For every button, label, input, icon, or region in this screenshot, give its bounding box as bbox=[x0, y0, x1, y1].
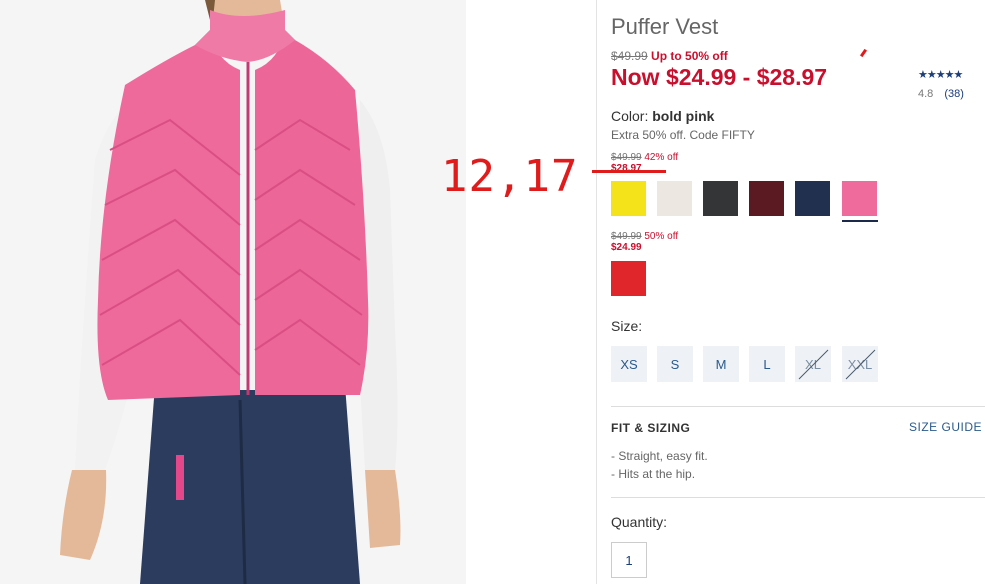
swatch-navy[interactable] bbox=[795, 181, 830, 216]
swatch-charcoal[interactable] bbox=[703, 181, 738, 216]
product-photo-illustration bbox=[0, 0, 466, 584]
size-label: Size: bbox=[611, 318, 643, 334]
color-group-2-price: $49.99 50% off $24.99 bbox=[611, 231, 678, 253]
rating-summary[interactable]: 4.8 (38) bbox=[918, 88, 964, 100]
group-1-was-price: $49.99 bbox=[611, 152, 642, 163]
section-divider bbox=[611, 497, 985, 498]
swatch-burgundy[interactable] bbox=[749, 181, 784, 216]
swatch-bold-pink[interactable] bbox=[842, 181, 877, 216]
size-button-xs[interactable]: XS bbox=[611, 346, 647, 382]
panel-divider bbox=[596, 0, 597, 584]
promo-text: Extra 50% off. Code FIFTY bbox=[611, 128, 755, 142]
section-divider bbox=[611, 406, 985, 407]
selected-color: bold pink bbox=[652, 108, 715, 124]
swatch-yellow[interactable] bbox=[611, 181, 646, 216]
annotation-text: 12,17 bbox=[441, 151, 579, 202]
fit-bullet: - Hits at the hip. bbox=[611, 467, 696, 481]
size-guide-link[interactable]: SIZE GUIDE bbox=[909, 420, 982, 434]
size-button-s[interactable]: S bbox=[657, 346, 693, 382]
product-image bbox=[0, 0, 466, 584]
annotation-line bbox=[592, 170, 666, 173]
discount-text: Up to 50% off bbox=[651, 49, 728, 63]
quantity-label: Quantity: bbox=[611, 514, 668, 530]
rating-value: 4.8 bbox=[918, 88, 934, 100]
selected-swatch-indicator bbox=[842, 220, 878, 222]
size-button-xl-unavailable[interactable]: XL bbox=[795, 346, 831, 382]
swatch-cream[interactable] bbox=[657, 181, 692, 216]
fit-sizing-title: FIT & SIZING bbox=[611, 421, 691, 435]
color-label: Color: bbox=[611, 108, 649, 124]
quantity-input[interactable]: 1 bbox=[611, 542, 647, 578]
unavailable-slash-icon bbox=[845, 349, 876, 380]
group-2-off: 50% off bbox=[644, 231, 679, 242]
color-row: Color: bold pink bbox=[611, 108, 714, 124]
size-button-m[interactable]: M bbox=[703, 346, 739, 382]
fit-bullet: - Straight, easy fit. bbox=[611, 449, 708, 463]
was-price: $49.99 bbox=[611, 49, 648, 63]
price-was-line: $49.99 Up to 50% off bbox=[611, 49, 728, 63]
swatch-red[interactable] bbox=[611, 261, 646, 296]
product-title: Puffer Vest bbox=[611, 14, 719, 39]
product-details-panel: Puffer Vest $49.99 Up to 50% off Now $24… bbox=[611, 0, 985, 584]
group-1-off: 42% off bbox=[644, 152, 679, 163]
size-button-xxl-unavailable[interactable]: XXL bbox=[842, 346, 878, 382]
review-count-link[interactable]: (38) bbox=[944, 88, 964, 100]
group-2-now-price: $24.99 bbox=[611, 242, 642, 253]
now-price: Now $24.99 - $28.97 bbox=[611, 64, 828, 90]
unavailable-slash-icon bbox=[798, 349, 829, 380]
size-button-l[interactable]: L bbox=[749, 346, 785, 382]
group-2-was-price: $49.99 bbox=[611, 231, 642, 242]
rating-stars-icon[interactable]: ★★★★★ bbox=[918, 68, 963, 81]
